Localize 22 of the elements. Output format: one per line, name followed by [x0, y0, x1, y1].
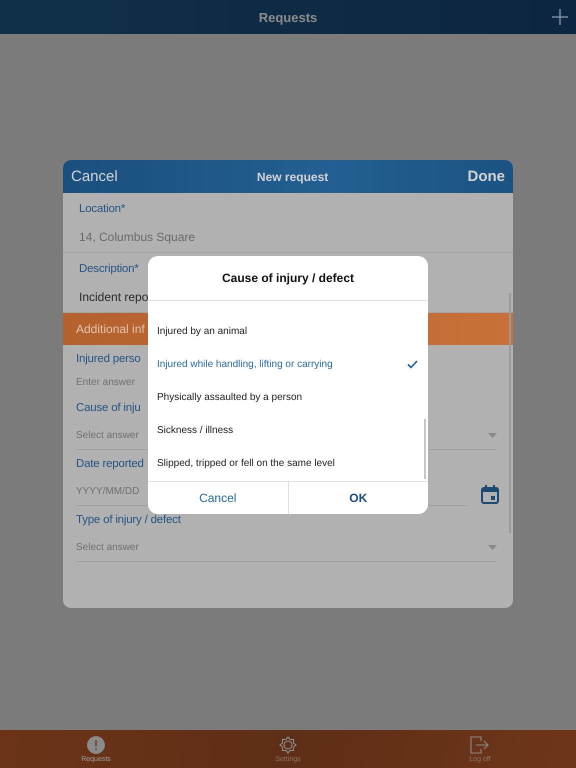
cancel-button[interactable]: Cancel	[71, 168, 118, 185]
calendar-icon[interactable]	[481, 484, 499, 504]
done-button[interactable]: Done	[468, 168, 505, 185]
field-label: Date reported	[76, 458, 144, 470]
alert-icon	[87, 736, 105, 754]
field-label: Type of injury / defect	[76, 514, 181, 526]
check-icon	[407, 360, 418, 369]
logout-icon	[470, 736, 490, 754]
dialog-title: Cause of injury / defect	[148, 256, 428, 301]
section-title: Additional inf	[76, 322, 145, 336]
field-label: Injured perso	[76, 353, 141, 365]
field-value[interactable]: Incident repo	[79, 290, 148, 304]
sheet-title: New request	[256, 170, 328, 184]
field-label: Description*	[79, 263, 139, 275]
caret-icon	[488, 433, 497, 438]
ok-button[interactable]: OK	[288, 482, 428, 514]
field-label: Location*	[79, 203, 126, 215]
gear-icon	[279, 736, 297, 754]
add-icon[interactable]	[552, 9, 568, 25]
field-label: Cause of inju	[76, 402, 141, 414]
screen-title: Requests	[258, 10, 318, 24]
caret-icon	[488, 545, 497, 550]
